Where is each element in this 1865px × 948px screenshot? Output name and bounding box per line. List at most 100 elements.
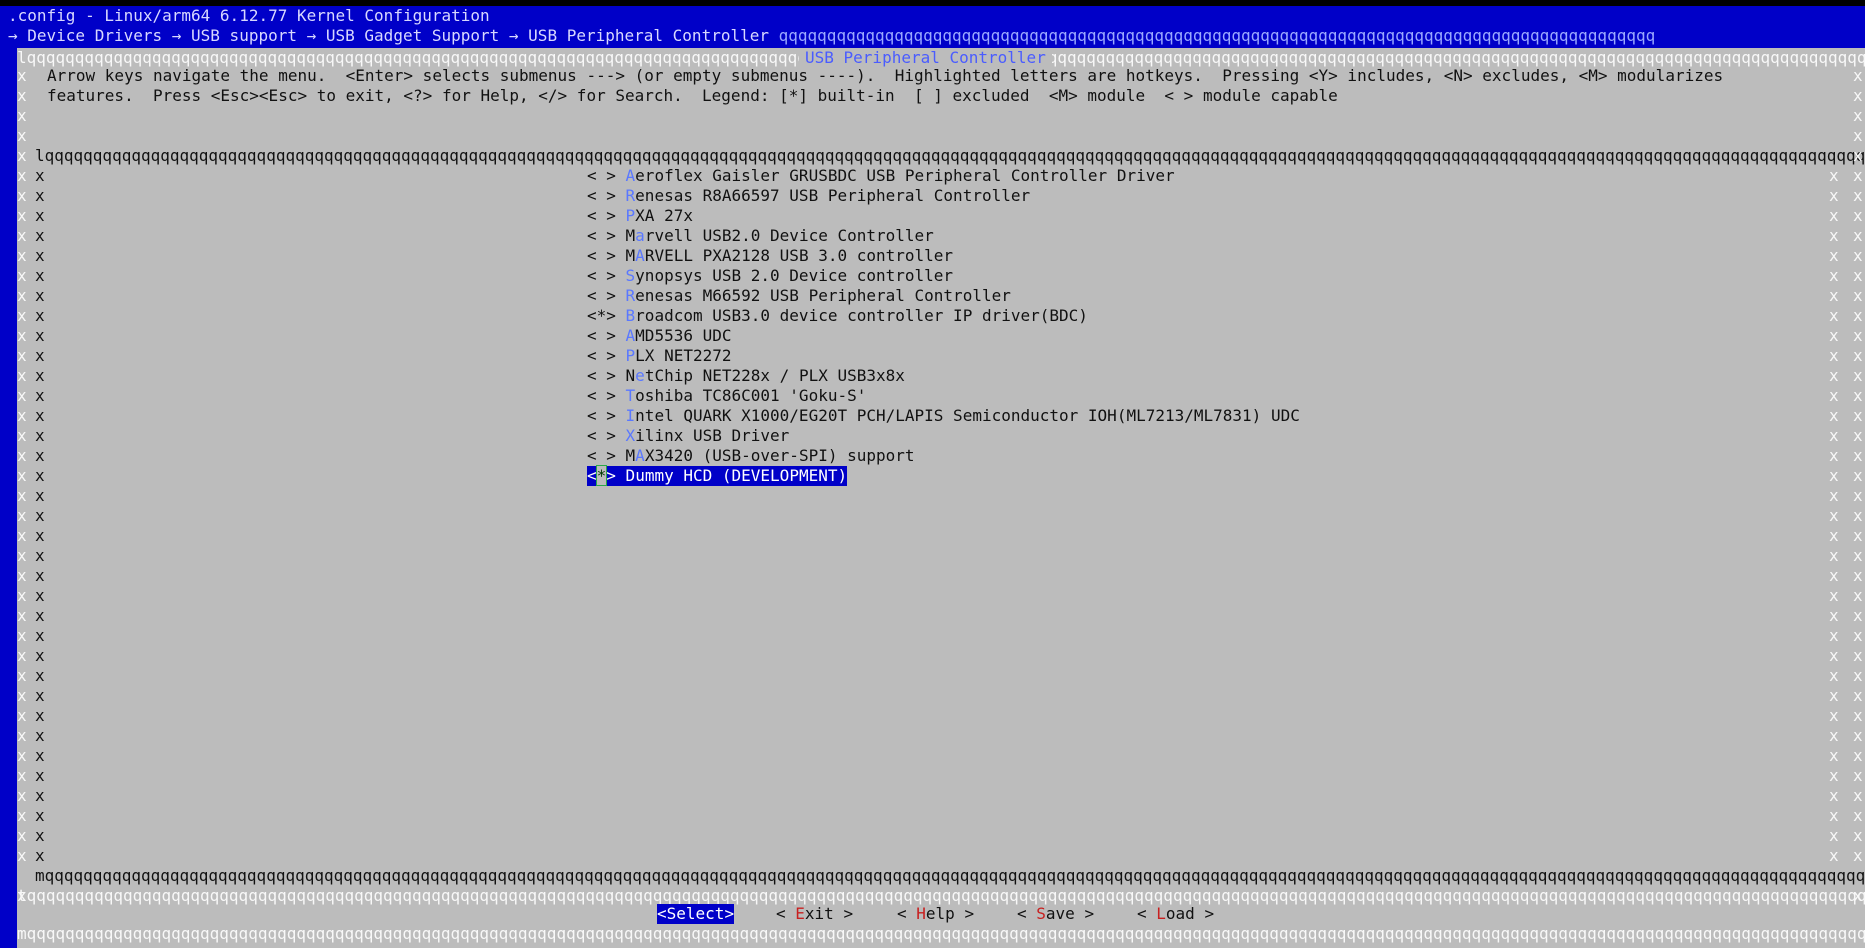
- dialog-left-border: x: [17, 426, 27, 445]
- xit-button[interactable]: < Exit >: [776, 904, 853, 924]
- menu-item-state: < >: [587, 346, 626, 365]
- menu-right-border: x: [1829, 166, 1839, 185]
- button-hotkey: L: [1156, 904, 1166, 923]
- button-bracket: >: [954, 904, 975, 923]
- oad-button[interactable]: < Load >: [1137, 904, 1214, 924]
- menu-right-border: x: [1829, 766, 1839, 785]
- dialog-right-border: x: [1853, 246, 1863, 265]
- menu-left-border: x: [35, 486, 45, 505]
- elp-button[interactable]: < Help >: [897, 904, 974, 924]
- menu-left-border: x: [35, 786, 45, 805]
- menu-left-border: x: [35, 766, 45, 785]
- menu-item[interactable]: < > MARVELL PXA2128 USB 3.0 controller: [587, 246, 953, 266]
- menu-item-selected[interactable]: <*> Dummy HCD (DEVELOPMENT): [587, 465, 848, 486]
- dialog-right-border: x: [1853, 446, 1863, 465]
- dialog-right-border: x: [1853, 846, 1863, 865]
- menu-item[interactable]: < > Toshiba TC86C001 'Goku-S': [587, 386, 866, 406]
- dialog-right-border: x: [1853, 606, 1863, 625]
- menu-left-border: x: [35, 346, 45, 365]
- menu-left-border: x: [35, 706, 45, 725]
- menu-item-state: < >: [587, 266, 626, 285]
- menu-item[interactable]: < > Marvell USB2.0 Device Controller: [587, 226, 934, 246]
- menu-item-state: <: [587, 466, 597, 485]
- menu-right-border: x: [1829, 706, 1839, 725]
- menu-left-border: x: [35, 666, 45, 685]
- menu-item-label: ynopsys USB 2.0 Device controller: [635, 266, 954, 285]
- window-title: .config - Linux/arm64 6.12.77 Kernel Con…: [8, 6, 490, 25]
- menu-item-label: rvell USB2.0 Device Controller: [644, 226, 934, 245]
- menu-item[interactable]: < > Synopsys USB 2.0 Device controller: [587, 266, 953, 286]
- menu-item-hotkey: S: [625, 266, 636, 285]
- button-hotkey: S: [1036, 904, 1046, 923]
- dialog-left-border: x: [17, 526, 27, 545]
- dialog-left-border: x: [17, 746, 27, 765]
- dialog-left-border: x: [17, 686, 27, 705]
- dialog-right-border: x: [1853, 386, 1863, 405]
- menu-left-border: x: [35, 646, 45, 665]
- menu-right-border: x: [1829, 586, 1839, 605]
- menu-item-label: N: [625, 366, 636, 385]
- menu-item[interactable]: < > PLX NET2272: [587, 346, 732, 366]
- menu-item[interactable]: < > MAX3420 (USB-over-SPI) support: [587, 446, 915, 466]
- dialog-right-border: x: [1853, 766, 1863, 785]
- menu-left-border: x: [35, 246, 45, 265]
- dialog-left-border: x: [17, 166, 27, 185]
- menu-item[interactable]: < > Intel QUARK X1000/EG20T PCH/LAPIS Se…: [587, 406, 1300, 426]
- menu-item-label: M: [625, 446, 636, 465]
- dialog-right-border: x: [1853, 406, 1863, 425]
- menu-left-border: x: [35, 806, 45, 825]
- menu-item[interactable]: < > PXA 27x: [587, 206, 693, 226]
- breadcrumb-fill: qqqqqqqqqqqqqqqqqqqqqqqqqqqqqqqqqqqqqqqq…: [778, 26, 1656, 45]
- dialog-right-border: x: [1853, 326, 1863, 345]
- dialog-left-border: x: [17, 886, 27, 905]
- dialog-right-border: x: [1853, 186, 1863, 205]
- menu-item[interactable]: < > Aeroflex Gaisler GRUSBDC USB Periphe…: [587, 166, 1175, 186]
- menu-right-border: x: [1829, 666, 1839, 685]
- select-button[interactable]: <Select>: [657, 904, 735, 924]
- dialog-right-border: x: [1853, 166, 1863, 185]
- menu-item[interactable]: < > NetChip NET228x / PLX USB3x8x: [587, 366, 905, 386]
- menu-item[interactable]: < > Renesas R8A66597 USB Peripheral Cont…: [587, 186, 1030, 206]
- menu-item[interactable]: < > Xilinx USB Driver: [587, 426, 789, 446]
- menu-item[interactable]: < > Renesas M66592 USB Peripheral Contro…: [587, 286, 1011, 306]
- menu-item-label: enesas M66592 USB Peripheral Controller: [635, 286, 1011, 305]
- button-bracket: >: [833, 904, 854, 923]
- menu-item-state: <*>: [587, 306, 626, 325]
- dialog-right-border: x: [1853, 486, 1863, 505]
- dialog-left-border: x: [17, 286, 27, 305]
- dialog-left-border: x: [17, 226, 27, 245]
- dialog-left-border: x: [17, 106, 27, 125]
- dialog-right-border: x: [1853, 346, 1863, 365]
- menu-right-border: x: [1829, 446, 1839, 465]
- menu-item-state: < >: [587, 286, 626, 305]
- menu-left-border: x: [35, 306, 45, 325]
- dialog-right-border: x: [1853, 226, 1863, 245]
- menu-left-border: x: [35, 266, 45, 285]
- menu-item-label: ntel QUARK X1000/EG20T PCH/LAPIS Semicon…: [635, 406, 1300, 425]
- button-bracket: <: [776, 904, 796, 923]
- dialog-right-border: x: [1853, 286, 1863, 305]
- dialog-right-border: x: [1853, 806, 1863, 825]
- menu-item-hotkey: A: [635, 246, 645, 265]
- dialog-left-border: x: [17, 566, 27, 585]
- menu-item[interactable]: < > AMD5536 UDC: [587, 326, 732, 346]
- menu-item-label: Dummy HCD (DEVELOPMENT): [615, 466, 848, 485]
- ave-button[interactable]: < Save >: [1017, 904, 1094, 924]
- menu-item-label: X3420 (USB-over-SPI) support: [644, 446, 915, 465]
- menu-left-border: x: [35, 626, 45, 645]
- dialog-right-border: x: [1853, 66, 1863, 85]
- dialog-left-border: x: [17, 246, 27, 265]
- menu-item-label: RVELL PXA2128 USB 3.0 controller: [644, 246, 954, 265]
- menu-top-border: lqqqqqqqqqqqqqqqqqqqqqqqqqqqqqqqqqqqqqqq…: [35, 146, 1865, 165]
- menu-left-border: x: [35, 686, 45, 705]
- menu-item-state: < >: [587, 166, 626, 185]
- menu-right-border: x: [1829, 266, 1839, 285]
- menu-item[interactable]: <*> Broadcom USB3.0 device controller IP…: [587, 306, 1088, 326]
- dialog-left-border: x: [17, 206, 27, 225]
- dialog-right-border: x: [1853, 746, 1863, 765]
- dialog-left-border: x: [17, 346, 27, 365]
- menu-left-border: x: [35, 826, 45, 845]
- menu-left-border: x: [35, 846, 45, 865]
- menu-left-border: x: [35, 586, 45, 605]
- menu-left-border: x: [35, 366, 45, 385]
